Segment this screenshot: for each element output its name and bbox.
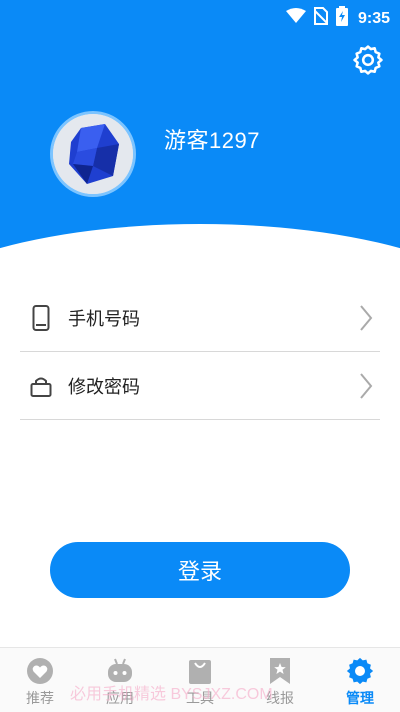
status-time: 9:35 [357,9,390,27]
chevron-right-icon [352,304,380,332]
robot-icon [105,656,135,686]
settings-button[interactable] [350,44,386,80]
tab-recommend[interactable]: 推荐 [0,648,80,712]
heart-icon [26,656,54,686]
tab-deals[interactable]: 线报 [240,648,320,712]
phone-icon [26,304,56,331]
chevron-right-icon [352,372,380,400]
bottom-tab-bar: 推荐 应用 工具 线报 管理 [0,647,400,712]
status-bar: 9:35 [0,0,400,32]
tab-manage[interactable]: 管理 [320,648,400,712]
no-sim-icon [313,7,329,30]
avatar[interactable] [50,111,136,197]
bag-icon [188,656,212,686]
menu-item-label: 修改密码 [68,376,140,398]
login-button[interactable]: 登录 [50,542,350,598]
avatar-image [53,114,133,194]
gear-icon [345,656,375,686]
tab-tools[interactable]: 工具 [160,648,240,712]
wifi-icon [285,8,306,29]
gear-icon [351,43,385,81]
tab-label: 应用 [106,691,134,707]
menu-item-phone[interactable]: 手机号码 [20,284,380,352]
menu-item-label: 手机号码 [68,308,140,330]
bookmark-star-icon [268,656,292,686]
menu-item-password[interactable]: 修改密码 [20,352,380,420]
header-curve [0,224,400,250]
username: 游客1297 [164,128,260,153]
tab-label: 线报 [266,691,294,707]
battery-charging-icon [335,6,348,31]
lock-icon [26,375,56,397]
tab-label: 管理 [346,691,374,707]
tab-label: 推荐 [26,691,54,707]
tab-apps[interactable]: 应用 [80,648,160,712]
tab-label: 工具 [186,691,214,707]
